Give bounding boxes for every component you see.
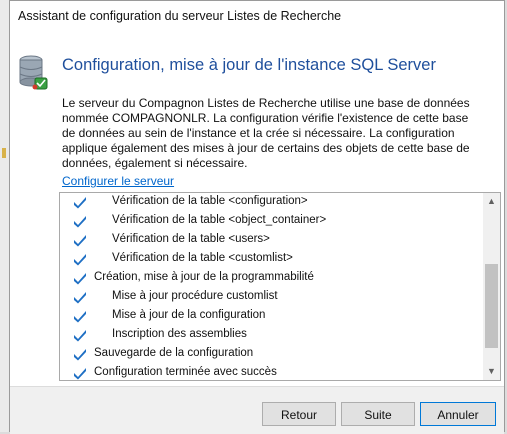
log-item: Vérification de la table <customlist> [60,250,480,269]
title-bar[interactable]: Assistant de configuration du serveur Li… [10,1,504,33]
log-item-label: Mise à jour de la configuration [112,309,266,321]
background-window-edge [0,0,9,432]
checkmark-icon [73,309,87,323]
checkmark-icon [73,290,87,304]
scrollbar-thumb[interactable] [485,264,498,348]
configure-server-link[interactable]: Configurer le serveur [62,174,174,188]
scroll-down-icon[interactable]: ▼ [483,363,500,380]
checkmark-icon [73,328,87,342]
log-item-label: Création, mise à jour de la programmabil… [94,271,314,283]
checkmark-icon [73,252,87,266]
log-item: Inscription des assemblies [60,326,480,345]
log-item: Configuration terminée avec succès [60,364,480,380]
log-item-label: Configuration terminée avec succès [94,366,277,378]
scroll-up-icon[interactable]: ▲ [483,193,500,210]
log-item-label: Sauvegarde de la configuration [94,347,254,359]
checkmark-icon [73,347,87,361]
checkmark-icon [73,233,87,247]
wizard-window: Assistant de configuration du serveur Li… [9,0,505,434]
log-item-label: Vérification de la table <users> [112,233,270,245]
vertical-scrollbar[interactable]: ▲ ▼ [483,193,500,380]
checkmark-icon [73,214,87,228]
log-item-label: Inscription des assemblies [112,328,247,340]
log-item-label: Vérification de la table <customlist> [112,252,293,264]
log-item: Création, mise à jour de la programmabil… [60,269,480,288]
log-item: Sauvegarde de la configuration [60,345,480,364]
cancel-button[interactable]: Annuler [420,402,496,426]
checkmark-icon [73,195,87,209]
log-item-label: Vérification de la table <object_contain… [112,214,327,226]
checkmark-icon [73,366,87,380]
log-item: Vérification de la table <users> [60,231,480,250]
background-window-mark [2,148,6,158]
window-title: Assistant de configuration du serveur Li… [18,9,342,23]
checkmark-icon [73,271,87,285]
back-button[interactable]: Retour [262,402,336,426]
database-server-icon [18,54,48,90]
log-item: Vérification de la table <object_contain… [60,212,480,231]
next-button[interactable]: Suite [341,402,415,426]
log-item-label: Mise à jour procédure customlist [112,290,278,302]
description-text: Le serveur du Compagnon Listes de Recher… [62,96,470,170]
log-item: Mise à jour procédure customlist [60,288,480,307]
page-title: Configuration, mise à jour de l'instance… [62,56,436,74]
progress-log-list[interactable]: Vérification de la table <configuration>… [59,192,501,381]
log-item-label: Vérification de la table <configuration> [112,195,308,207]
log-item: Vérification de la table <configuration> [60,193,480,212]
button-bar: Retour Suite Annuler [10,386,504,434]
log-item: Mise à jour de la configuration [60,307,480,326]
